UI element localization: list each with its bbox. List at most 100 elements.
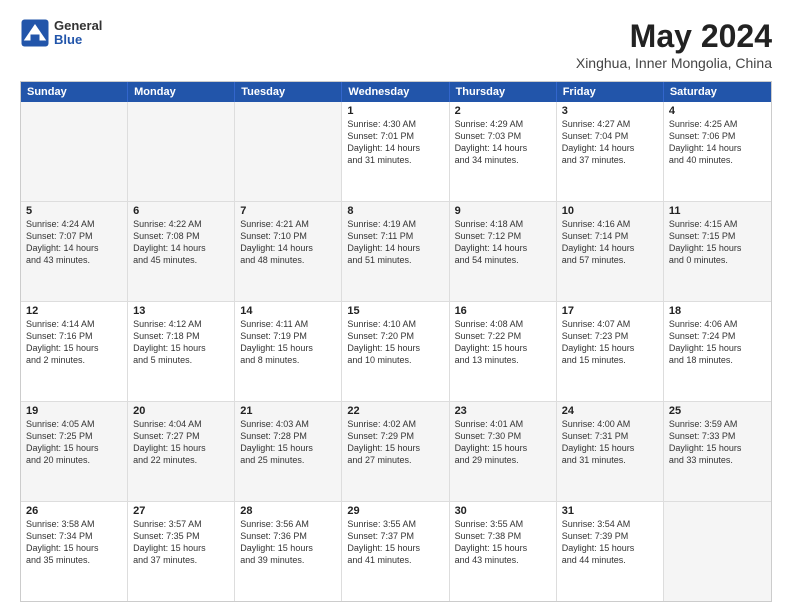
day-number: 30 xyxy=(455,505,551,517)
cal-cell: 5Sunrise: 4:24 AM Sunset: 7:07 PM Daylig… xyxy=(21,202,128,301)
cal-cell: 7Sunrise: 4:21 AM Sunset: 7:10 PM Daylig… xyxy=(235,202,342,301)
day-number: 27 xyxy=(133,505,229,517)
cal-cell: 2Sunrise: 4:29 AM Sunset: 7:03 PM Daylig… xyxy=(450,102,557,201)
day-number: 20 xyxy=(133,405,229,417)
cal-cell: 11Sunrise: 4:15 AM Sunset: 7:15 PM Dayli… xyxy=(664,202,771,301)
cell-text: Sunrise: 4:06 AM Sunset: 7:24 PM Dayligh… xyxy=(669,318,766,367)
cell-text: Sunrise: 4:11 AM Sunset: 7:19 PM Dayligh… xyxy=(240,318,336,367)
cell-text: Sunrise: 3:58 AM Sunset: 7:34 PM Dayligh… xyxy=(26,518,122,567)
logo-icon xyxy=(20,18,50,48)
cell-text: Sunrise: 4:05 AM Sunset: 7:25 PM Dayligh… xyxy=(26,418,122,467)
cal-cell: 18Sunrise: 4:06 AM Sunset: 7:24 PM Dayli… xyxy=(664,302,771,401)
cell-text: Sunrise: 4:04 AM Sunset: 7:27 PM Dayligh… xyxy=(133,418,229,467)
day-number: 26 xyxy=(26,505,122,517)
cell-text: Sunrise: 4:21 AM Sunset: 7:10 PM Dayligh… xyxy=(240,218,336,267)
cal-cell: 20Sunrise: 4:04 AM Sunset: 7:27 PM Dayli… xyxy=(128,402,235,501)
cell-text: Sunrise: 4:24 AM Sunset: 7:07 PM Dayligh… xyxy=(26,218,122,267)
day-number: 25 xyxy=(669,405,766,417)
day-number: 5 xyxy=(26,205,122,217)
calendar-body: 1Sunrise: 4:30 AM Sunset: 7:01 PM Daylig… xyxy=(21,102,771,601)
day-number: 15 xyxy=(347,305,443,317)
cal-header-thursday: Thursday xyxy=(450,82,557,102)
cal-cell xyxy=(21,102,128,201)
cal-cell: 31Sunrise: 3:54 AM Sunset: 7:39 PM Dayli… xyxy=(557,502,664,601)
day-number: 6 xyxy=(133,205,229,217)
day-number: 14 xyxy=(240,305,336,317)
calendar: SundayMondayTuesdayWednesdayThursdayFrid… xyxy=(20,81,772,602)
cal-cell: 30Sunrise: 3:55 AM Sunset: 7:38 PM Dayli… xyxy=(450,502,557,601)
cal-cell: 14Sunrise: 4:11 AM Sunset: 7:19 PM Dayli… xyxy=(235,302,342,401)
cell-text: Sunrise: 3:57 AM Sunset: 7:35 PM Dayligh… xyxy=(133,518,229,567)
main-title: May 2024 xyxy=(576,18,772,55)
cell-text: Sunrise: 3:54 AM Sunset: 7:39 PM Dayligh… xyxy=(562,518,658,567)
day-number: 17 xyxy=(562,305,658,317)
day-number: 1 xyxy=(347,105,443,117)
day-number: 13 xyxy=(133,305,229,317)
day-number: 4 xyxy=(669,105,766,117)
cal-cell: 15Sunrise: 4:10 AM Sunset: 7:20 PM Dayli… xyxy=(342,302,449,401)
cell-text: Sunrise: 3:55 AM Sunset: 7:38 PM Dayligh… xyxy=(455,518,551,567)
cal-cell: 25Sunrise: 3:59 AM Sunset: 7:33 PM Dayli… xyxy=(664,402,771,501)
cell-text: Sunrise: 4:01 AM Sunset: 7:30 PM Dayligh… xyxy=(455,418,551,467)
day-number: 11 xyxy=(669,205,766,217)
cal-header-friday: Friday xyxy=(557,82,664,102)
cal-cell: 6Sunrise: 4:22 AM Sunset: 7:08 PM Daylig… xyxy=(128,202,235,301)
cell-text: Sunrise: 4:22 AM Sunset: 7:08 PM Dayligh… xyxy=(133,218,229,267)
cell-text: Sunrise: 4:16 AM Sunset: 7:14 PM Dayligh… xyxy=(562,218,658,267)
cal-cell: 24Sunrise: 4:00 AM Sunset: 7:31 PM Dayli… xyxy=(557,402,664,501)
cal-cell: 4Sunrise: 4:25 AM Sunset: 7:06 PM Daylig… xyxy=(664,102,771,201)
cal-week-1: 5Sunrise: 4:24 AM Sunset: 7:07 PM Daylig… xyxy=(21,201,771,301)
page: General Blue May 2024 Xinghua, Inner Mon… xyxy=(0,0,792,612)
cal-cell: 21Sunrise: 4:03 AM Sunset: 7:28 PM Dayli… xyxy=(235,402,342,501)
logo-text: General Blue xyxy=(54,19,102,48)
cell-text: Sunrise: 4:14 AM Sunset: 7:16 PM Dayligh… xyxy=(26,318,122,367)
cal-cell xyxy=(128,102,235,201)
day-number: 28 xyxy=(240,505,336,517)
cal-cell xyxy=(235,102,342,201)
cell-text: Sunrise: 4:12 AM Sunset: 7:18 PM Dayligh… xyxy=(133,318,229,367)
cell-text: Sunrise: 4:19 AM Sunset: 7:11 PM Dayligh… xyxy=(347,218,443,267)
header: General Blue May 2024 Xinghua, Inner Mon… xyxy=(20,18,772,71)
cal-cell: 3Sunrise: 4:27 AM Sunset: 7:04 PM Daylig… xyxy=(557,102,664,201)
day-number: 23 xyxy=(455,405,551,417)
cal-cell: 9Sunrise: 4:18 AM Sunset: 7:12 PM Daylig… xyxy=(450,202,557,301)
cal-cell: 22Sunrise: 4:02 AM Sunset: 7:29 PM Dayli… xyxy=(342,402,449,501)
cal-cell: 13Sunrise: 4:12 AM Sunset: 7:18 PM Dayli… xyxy=(128,302,235,401)
cell-text: Sunrise: 4:30 AM Sunset: 7:01 PM Dayligh… xyxy=(347,118,443,167)
cell-text: Sunrise: 4:08 AM Sunset: 7:22 PM Dayligh… xyxy=(455,318,551,367)
cal-cell: 10Sunrise: 4:16 AM Sunset: 7:14 PM Dayli… xyxy=(557,202,664,301)
cal-cell: 8Sunrise: 4:19 AM Sunset: 7:11 PM Daylig… xyxy=(342,202,449,301)
logo-blue-text: Blue xyxy=(54,33,102,47)
day-number: 8 xyxy=(347,205,443,217)
cell-text: Sunrise: 4:00 AM Sunset: 7:31 PM Dayligh… xyxy=(562,418,658,467)
title-block: May 2024 Xinghua, Inner Mongolia, China xyxy=(576,18,772,71)
cal-week-4: 26Sunrise: 3:58 AM Sunset: 7:34 PM Dayli… xyxy=(21,501,771,601)
cal-cell: 29Sunrise: 3:55 AM Sunset: 7:37 PM Dayli… xyxy=(342,502,449,601)
day-number: 3 xyxy=(562,105,658,117)
day-number: 19 xyxy=(26,405,122,417)
cal-cell: 1Sunrise: 4:30 AM Sunset: 7:01 PM Daylig… xyxy=(342,102,449,201)
cal-cell: 26Sunrise: 3:58 AM Sunset: 7:34 PM Dayli… xyxy=(21,502,128,601)
day-number: 24 xyxy=(562,405,658,417)
day-number: 10 xyxy=(562,205,658,217)
cell-text: Sunrise: 4:25 AM Sunset: 7:06 PM Dayligh… xyxy=(669,118,766,167)
day-number: 2 xyxy=(455,105,551,117)
cal-header-monday: Monday xyxy=(128,82,235,102)
logo-general-text: General xyxy=(54,19,102,33)
subtitle: Xinghua, Inner Mongolia, China xyxy=(576,55,772,71)
cell-text: Sunrise: 4:29 AM Sunset: 7:03 PM Dayligh… xyxy=(455,118,551,167)
cal-cell: 23Sunrise: 4:01 AM Sunset: 7:30 PM Dayli… xyxy=(450,402,557,501)
day-number: 22 xyxy=(347,405,443,417)
cell-text: Sunrise: 4:07 AM Sunset: 7:23 PM Dayligh… xyxy=(562,318,658,367)
day-number: 29 xyxy=(347,505,443,517)
cal-cell xyxy=(664,502,771,601)
cal-week-0: 1Sunrise: 4:30 AM Sunset: 7:01 PM Daylig… xyxy=(21,102,771,201)
cal-header-tuesday: Tuesday xyxy=(235,82,342,102)
cal-week-2: 12Sunrise: 4:14 AM Sunset: 7:16 PM Dayli… xyxy=(21,301,771,401)
calendar-header: SundayMondayTuesdayWednesdayThursdayFrid… xyxy=(21,82,771,102)
day-number: 7 xyxy=(240,205,336,217)
cal-header-wednesday: Wednesday xyxy=(342,82,449,102)
cell-text: Sunrise: 3:56 AM Sunset: 7:36 PM Dayligh… xyxy=(240,518,336,567)
cal-cell: 17Sunrise: 4:07 AM Sunset: 7:23 PM Dayli… xyxy=(557,302,664,401)
day-number: 16 xyxy=(455,305,551,317)
